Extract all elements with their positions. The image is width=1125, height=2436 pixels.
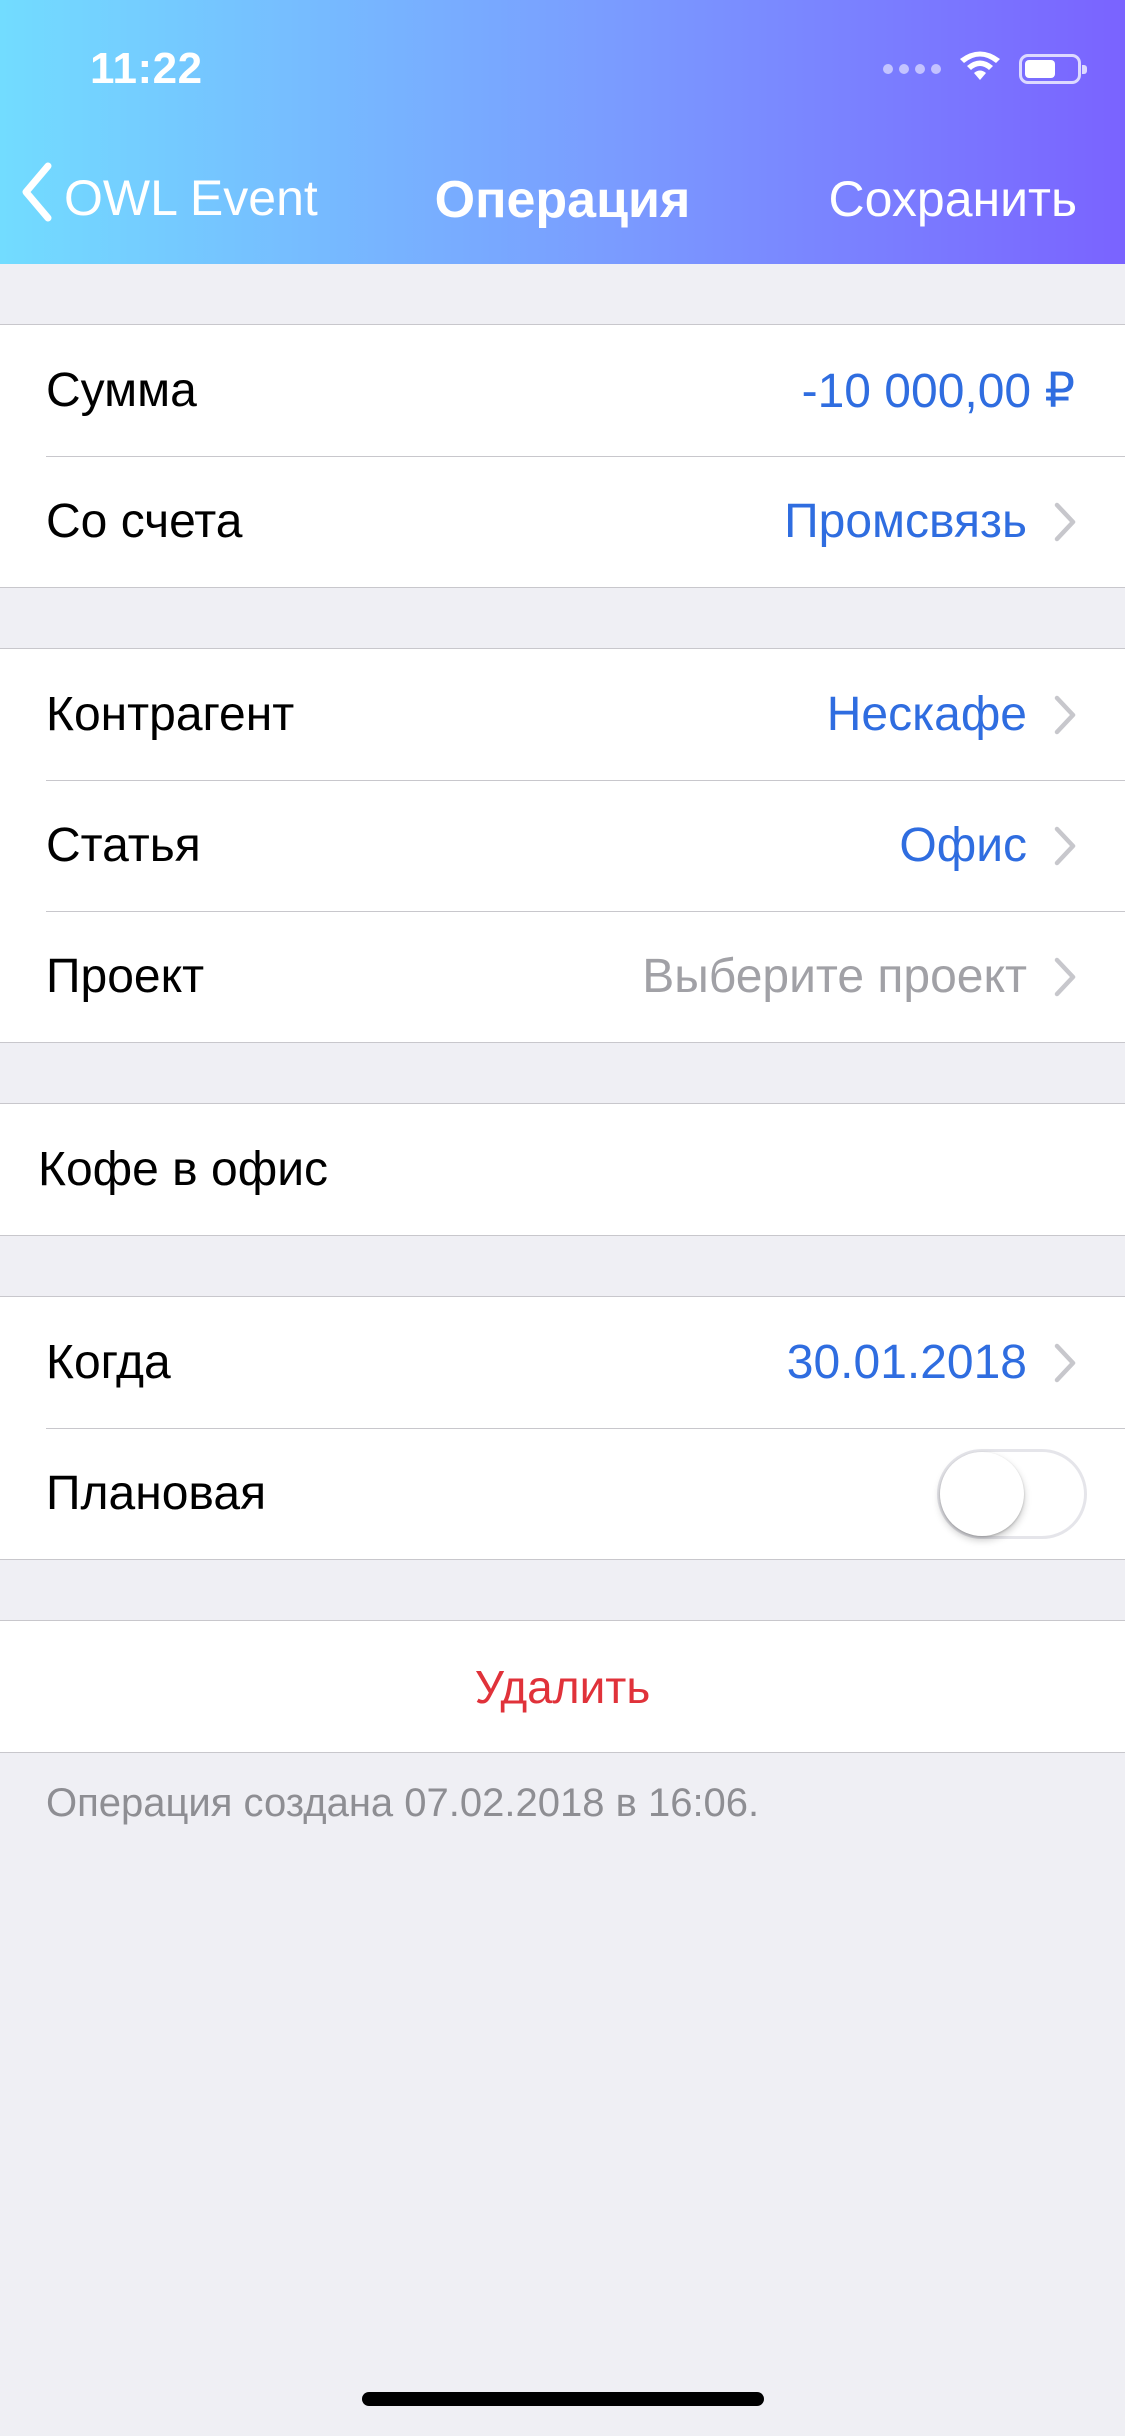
- amount-row[interactable]: Сумма -10 000,00 ₽: [0, 325, 1125, 456]
- amount-value[interactable]: -10 000,00 ₽: [802, 363, 1075, 419]
- counterparty-row[interactable]: Контрагент Нескафе: [0, 649, 1125, 780]
- chevron-right-icon: [1045, 1338, 1085, 1388]
- category-row[interactable]: Статья Офис: [0, 780, 1125, 911]
- details-group: Контрагент Нескафе Статья Офис Проект Вы…: [0, 648, 1125, 1043]
- category-value: Офис: [899, 819, 1027, 872]
- planned-label: Плановая: [46, 1467, 267, 1520]
- date-group: Когда 30.01.2018 Плановая: [0, 1296, 1125, 1560]
- status-time: 11:22: [90, 44, 203, 93]
- project-row[interactable]: Проект Выберите проект: [0, 911, 1125, 1042]
- navigation-header: 11:22 OWL Event Операция Сохранить: [0, 0, 1125, 264]
- toggle-knob: [940, 1451, 1024, 1536]
- when-label: Когда: [46, 1336, 171, 1389]
- actions-group: Удалить: [0, 1620, 1125, 1753]
- planned-row: Плановая: [0, 1428, 1125, 1559]
- status-icons: [883, 50, 1087, 87]
- when-row[interactable]: Когда 30.01.2018: [0, 1297, 1125, 1428]
- category-label: Статья: [46, 819, 201, 872]
- counterparty-value: Нескафе: [826, 688, 1027, 741]
- amount-group: Сумма -10 000,00 ₽ Со счета Промсвязь: [0, 324, 1125, 588]
- home-indicator[interactable]: [362, 2392, 764, 2406]
- wifi-icon: [959, 50, 1001, 87]
- save-button[interactable]: Сохранить: [829, 170, 1077, 228]
- project-label: Проект: [46, 950, 205, 1003]
- form-content: Сумма -10 000,00 ₽ Со счета Промсвязь Ко…: [0, 264, 1125, 1826]
- amount-label: Сумма: [46, 364, 197, 417]
- when-value: 30.01.2018: [786, 1336, 1027, 1389]
- counterparty-label: Контрагент: [46, 688, 295, 741]
- chevron-right-icon: [1045, 497, 1085, 547]
- account-value: Промсвязь: [784, 495, 1027, 548]
- memo-group: Кофе в офис: [0, 1103, 1125, 1236]
- chevron-right-icon: [1045, 821, 1085, 871]
- delete-button[interactable]: Удалить: [0, 1621, 1125, 1752]
- signal-dots-icon: [883, 63, 941, 74]
- account-label: Со счета: [46, 495, 243, 548]
- battery-icon: [1019, 53, 1087, 84]
- planned-toggle[interactable]: [937, 1448, 1087, 1539]
- created-note: Операция создана 07.02.2018 в 16:06.: [46, 1781, 760, 1825]
- chevron-right-icon: [1045, 690, 1085, 740]
- chevron-right-icon: [1045, 952, 1085, 1002]
- memo-field[interactable]: Кофе в офис: [0, 1104, 1125, 1235]
- account-row[interactable]: Со счета Промсвязь: [0, 456, 1125, 587]
- project-placeholder: Выберите проект: [642, 950, 1027, 1003]
